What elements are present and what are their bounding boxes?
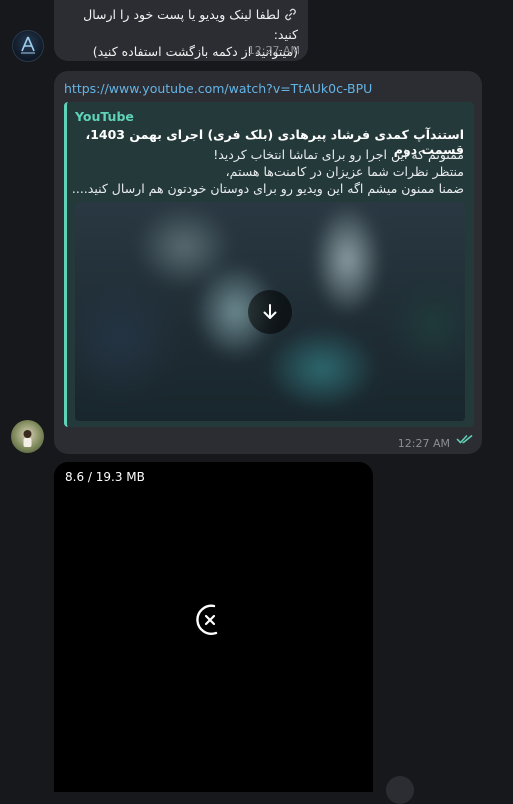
bot-avatar[interactable]	[12, 30, 44, 62]
cancel-download-button[interactable]	[190, 600, 230, 640]
preview-description: ممنونم که این اجرا رو برای تماشا انتخاب …	[69, 146, 464, 197]
bot-message-bubble: لطفا لینک ویدیو یا پست خود را ارسال کنید…	[54, 0, 308, 61]
preview-thumbnail[interactable]	[75, 202, 465, 421]
scroll-down-button[interactable]	[386, 776, 414, 804]
message-timestamp: 12:27 AM	[247, 44, 300, 57]
youtube-link[interactable]: https://www.youtube.com/watch?v=TtAUk0c-…	[64, 81, 372, 96]
arrow-down-icon	[263, 304, 277, 319]
video-message[interactable]: 8.6 / 19.3 MB	[54, 462, 373, 792]
preview-site-name: YouTube	[75, 109, 134, 124]
download-progress-text: 8.6 / 19.3 MB	[65, 470, 145, 484]
message-timestamp: 12:27 AM	[397, 437, 450, 450]
preview-desc-line: منتظر نظرات شما عزیزان در کامنت‌ها هستم،	[225, 164, 464, 179]
user-link-message-bubble: https://www.youtube.com/watch?v=TtAUk0c-…	[54, 71, 482, 454]
download-button[interactable]	[248, 290, 292, 334]
link-preview-card[interactable]: YouTube استندآپ کمدی فرشاد پیرهادی (بلک …	[64, 102, 474, 427]
user-photo-icon	[23, 430, 32, 447]
preview-desc-line: ممنونم که این اجرا رو برای تماشا انتخاب …	[213, 147, 464, 162]
cancel-progress-icon	[196, 604, 218, 635]
preview-desc-line: ضمنا ممنون میشم اگه این ویدیو رو برای دو…	[71, 181, 464, 196]
user-avatar[interactable]	[11, 420, 44, 453]
bot-message-line-1: لطفا لینک ویدیو یا پست خود را ارسال کنید…	[83, 7, 298, 42]
link-icon	[283, 7, 298, 26]
double-check-icon	[456, 429, 474, 448]
bot-logo-icon	[21, 36, 35, 54]
